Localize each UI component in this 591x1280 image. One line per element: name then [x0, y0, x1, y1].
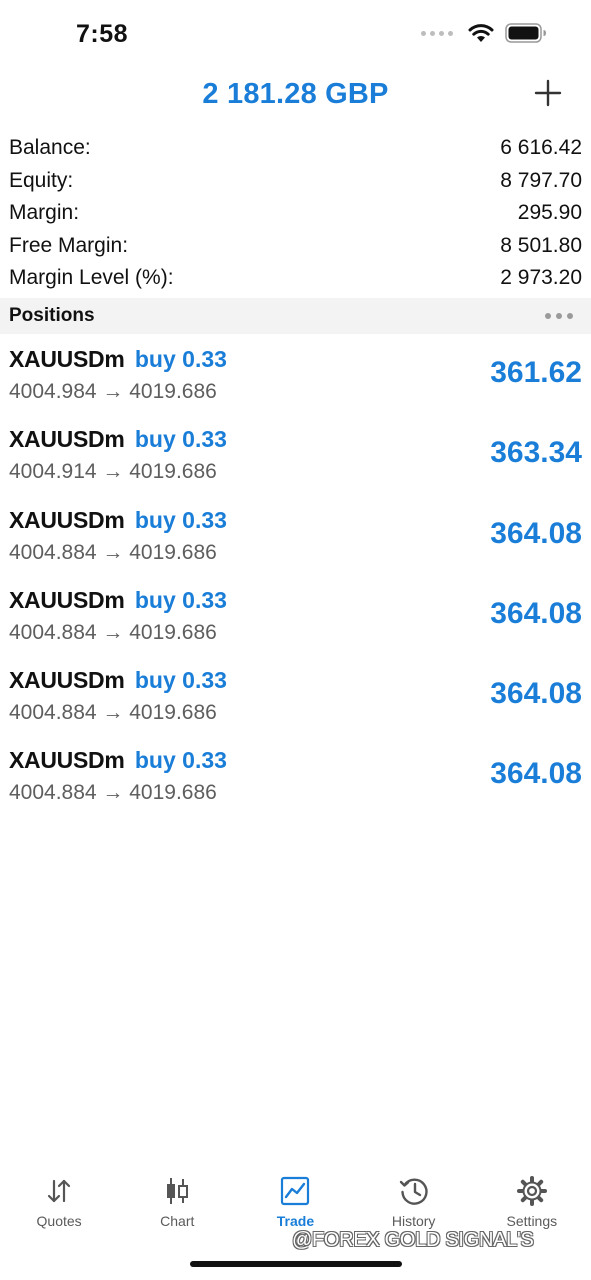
tab-label: Settings: [506, 1213, 558, 1229]
position-prices: 4004.884 → 4019.686: [9, 701, 217, 725]
position-title-line: XAUUSDm buy 0.33: [9, 667, 227, 694]
position-direction: buy 0.33: [134, 506, 227, 533]
position-symbol: XAUUSDm: [9, 667, 125, 694]
tab-label: Trade: [276, 1213, 315, 1229]
position-row[interactable]: XAUUSDm buy 0.33 4004.884 → 4019.686 364…: [0, 579, 591, 659]
position-row[interactable]: XAUUSDm buy 0.33 4004.884 → 4019.686 364…: [0, 739, 591, 819]
position-prices: 4004.884 → 4019.686: [9, 620, 217, 644]
trade-chart-icon: [281, 1176, 310, 1206]
header: 2 181.28 GBP: [0, 72, 591, 120]
position-prices: 4004.884 → 4019.686: [9, 540, 217, 564]
position-prices: 4004.884 → 4019.686: [9, 781, 217, 805]
position-profit: 364.08: [490, 757, 582, 791]
status-bar: 7:58: [0, 0, 591, 66]
trade-screen: 7:58 2 181.28 GBP Balance: 6 616.42 Equi…: [0, 0, 591, 1280]
positions-section-header: Positions: [0, 298, 591, 334]
tab-trade[interactable]: Trade: [236, 1168, 354, 1238]
status-icons: [421, 22, 547, 44]
position-title-line: XAUUSDm buy 0.33: [9, 426, 227, 453]
cellular-signal-icon: [421, 30, 453, 36]
tab-history[interactable]: History: [355, 1168, 473, 1238]
position-symbol: XAUUSDm: [9, 586, 125, 613]
summary-value: 295.90: [517, 201, 582, 225]
tab-bar: Quotes Chart Trade History Settings: [0, 1168, 591, 1238]
quotes-arrows-icon: [47, 1179, 71, 1203]
position-row[interactable]: XAUUSDm buy 0.33 4004.884 → 4019.686 364…: [0, 499, 591, 579]
position-symbol: XAUUSDm: [9, 506, 125, 533]
summary-row-margin: Margin: 295.90: [0, 197, 591, 230]
summary-row-free-margin: Free Margin: 8 501.80: [0, 230, 591, 263]
position-title-line: XAUUSDm buy 0.33: [9, 346, 227, 373]
summary-row-margin-level: Margin Level (%): 2 973.20: [0, 262, 591, 295]
position-title-line: XAUUSDm buy 0.33: [9, 747, 227, 774]
position-direction: buy 0.33: [134, 747, 227, 774]
position-profit: 364.08: [490, 596, 582, 630]
position-profit: 363.34: [490, 436, 582, 470]
summary-label: Balance:: [9, 136, 91, 160]
watermark: @FOREX GOLD SIGNAL'S: [292, 1229, 534, 1251]
account-profit-title: 2 181.28 GBP: [202, 78, 389, 110]
battery-icon: [505, 23, 546, 43]
position-title-line: XAUUSDm buy 0.33: [9, 507, 227, 534]
position-symbol: XAUUSDm: [9, 426, 125, 453]
position-row[interactable]: XAUUSDm buy 0.33 4004.914 → 4019.686 363…: [0, 418, 591, 498]
account-summary: Balance: 6 616.42 Equity: 8 797.70 Margi…: [0, 132, 591, 295]
position-prices: 4004.914 → 4019.686: [9, 460, 217, 484]
history-clock-icon: [399, 1178, 428, 1205]
tab-settings[interactable]: Settings: [473, 1168, 591, 1238]
status-time: 7:58: [76, 20, 129, 48]
summary-label: Free Margin:: [9, 233, 129, 257]
summary-label: Equity:: [9, 168, 74, 192]
tab-label: Quotes: [36, 1213, 82, 1229]
summary-row-equity: Equity: 8 797.70: [0, 165, 591, 198]
tab-quotes[interactable]: Quotes: [0, 1168, 118, 1238]
position-symbol: XAUUSDm: [9, 346, 125, 372]
candlestick-chart-icon: [167, 1178, 189, 1204]
summary-value: 8 501.80: [500, 233, 582, 257]
position-direction: buy 0.33: [134, 586, 227, 613]
add-order-icon[interactable]: [533, 78, 563, 108]
tab-label: History: [391, 1213, 436, 1229]
tab-chart[interactable]: Chart: [118, 1168, 236, 1238]
summary-value: 2 973.20: [500, 266, 582, 290]
position-prices: 4004.984 → 4019.686: [9, 380, 217, 403]
position-profit: 364.08: [490, 516, 582, 550]
position-direction: buy 0.33: [134, 667, 227, 694]
home-indicator: [190, 1261, 402, 1267]
positions-title: Positions: [9, 305, 95, 326]
gear-icon: [516, 1176, 547, 1206]
position-symbol: XAUUSDm: [9, 747, 125, 774]
summary-value: 6 616.42: [500, 136, 582, 160]
summary-row-balance: Balance: 6 616.42: [0, 132, 591, 165]
summary-label: Margin Level (%):: [9, 266, 174, 290]
positions-list: XAUUSDm buy 0.33 4004.984 → 4019.686 361…: [0, 338, 591, 820]
position-row[interactable]: XAUUSDm buy 0.33 4004.984 → 4019.686 361…: [0, 338, 591, 418]
more-options-icon[interactable]: [545, 313, 573, 319]
wifi-icon: [468, 24, 494, 42]
position-profit: 364.08: [490, 677, 582, 711]
position-row[interactable]: XAUUSDm buy 0.33 4004.884 → 4019.686 364…: [0, 659, 591, 739]
position-direction: buy 0.33: [134, 346, 227, 372]
position-profit: 361.62: [490, 356, 582, 389]
position-title-line: XAUUSDm buy 0.33: [9, 587, 227, 614]
position-direction: buy 0.33: [134, 426, 227, 453]
summary-label: Margin:: [9, 201, 80, 225]
tab-label: Chart: [160, 1213, 195, 1229]
summary-value: 8 797.70: [500, 168, 582, 192]
